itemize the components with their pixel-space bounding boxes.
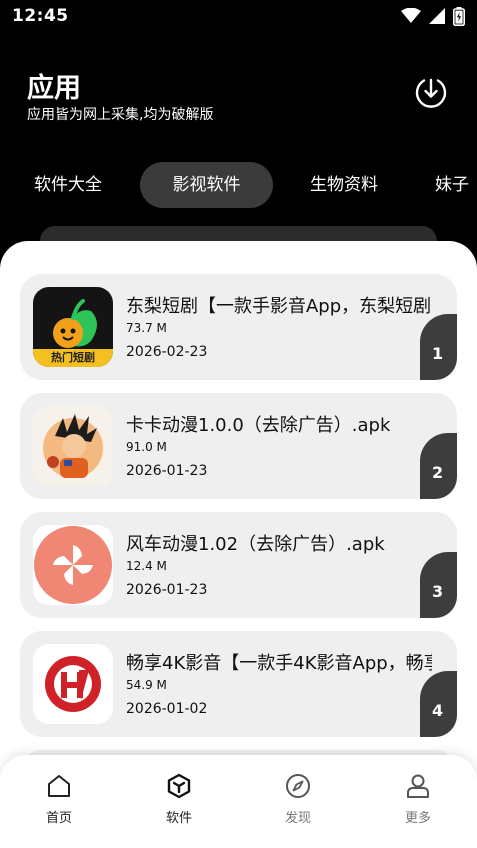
app-name: 风车动漫1.02（去除广告）.apk xyxy=(126,534,385,555)
nav-discover[interactable]: 发现 xyxy=(268,773,328,833)
signal-icon xyxy=(429,8,445,24)
app-icon-caption: 热门短剧 xyxy=(51,351,95,364)
rank-number: 3 xyxy=(432,582,444,601)
nav-home[interactable]: 首页 xyxy=(29,773,89,833)
app-size: 91.0 M xyxy=(126,440,167,454)
battery-icon xyxy=(453,6,465,26)
home-icon xyxy=(29,773,89,799)
app-card[interactable]: 热门短剧 东梨短剧【一款手影音App，东梨短剧 73.7 M 2026-02-2… xyxy=(20,274,457,380)
status-time: 12:45 xyxy=(12,6,69,26)
rank-number: 2 xyxy=(432,463,444,482)
nav-label: 软件 xyxy=(165,811,192,826)
app-card[interactable]: 畅享4K影音【一款手4K影音App，畅享 54.9 M 2026-01-02 4 xyxy=(20,631,457,737)
nav-label: 更多 xyxy=(404,811,431,826)
app-icon-fengche xyxy=(33,525,113,605)
nav-software[interactable]: 软件 xyxy=(149,773,209,833)
app-date: 2026-01-23 xyxy=(126,582,208,598)
app-icon-kaka xyxy=(33,406,113,486)
app-card[interactable]: 风车动漫1.02（去除广告）.apk 12.4 M 2026-01-23 3 xyxy=(20,512,457,618)
compass-icon xyxy=(268,773,328,799)
bottom-navigation: 首页 软件 发现 更多 xyxy=(0,755,477,848)
page-subtitle: 应用皆为网上采集,均为破解版 xyxy=(27,107,214,123)
rank-number: 1 xyxy=(432,344,444,363)
wifi-icon xyxy=(401,8,421,24)
tab-biology-data[interactable]: 生物资料 xyxy=(294,162,394,208)
app-icon-dongli: 热门短剧 xyxy=(33,287,113,367)
header: 应用 应用皆为网上采集,均为破解版 xyxy=(0,60,477,140)
cube-icon xyxy=(149,773,209,799)
app-size: 12.4 M xyxy=(126,559,167,573)
status-bar: 12:45 xyxy=(0,0,477,34)
app-name: 畅享4K影音【一款手4K影音App，畅享 xyxy=(126,653,432,674)
tab-video-software[interactable]: 影视软件 xyxy=(140,162,273,208)
download-button[interactable] xyxy=(414,75,448,109)
app-card[interactable]: 卡卡动漫1.0.0（去除广告）.apk 91.0 M 2026-01-23 2 xyxy=(20,393,457,499)
app-name: 卡卡动漫1.0.0（去除广告）.apk xyxy=(126,415,391,436)
rank-number: 4 xyxy=(432,701,444,720)
nav-more[interactable]: 更多 xyxy=(388,773,448,833)
app-name: 东梨短剧【一款手影音App，东梨短剧 xyxy=(126,296,432,317)
app-date: 2026-02-23 xyxy=(126,344,208,360)
tab-girls[interactable]: 妹子 xyxy=(435,162,477,208)
nav-label: 发现 xyxy=(284,811,311,826)
tab-software-all[interactable]: 软件大全 xyxy=(18,162,118,208)
app-icon-changxiang xyxy=(33,644,113,724)
download-icon xyxy=(414,78,448,113)
app-date: 2026-01-02 xyxy=(126,701,208,717)
app-size: 73.7 M xyxy=(126,321,167,335)
nav-label: 首页 xyxy=(45,811,72,826)
status-icons xyxy=(401,6,465,26)
app-size: 54.9 M xyxy=(126,678,167,692)
app-date: 2026-01-23 xyxy=(126,463,208,479)
page-title: 应用 xyxy=(27,73,81,104)
user-icon xyxy=(388,773,448,799)
category-tabs: 软件大全 影视软件 生物资料 妹子 xyxy=(0,162,477,210)
